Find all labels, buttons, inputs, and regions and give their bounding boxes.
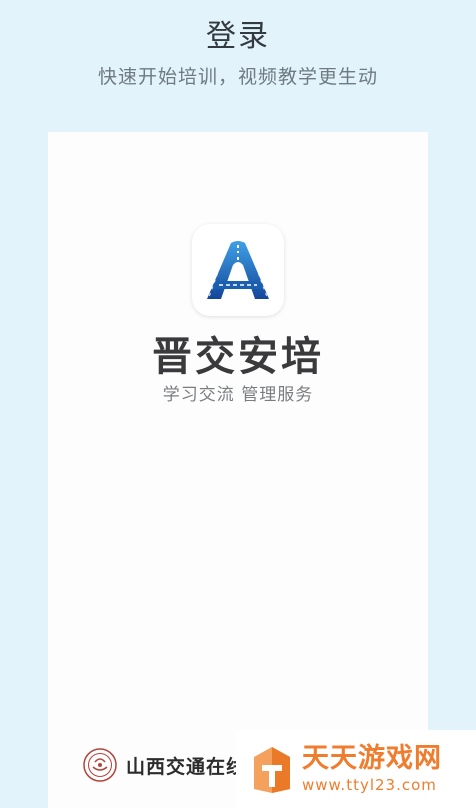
organization-name: 山西交通在线 xyxy=(126,755,247,778)
site-watermark: 天天游戏网 www.ttyl23.com xyxy=(236,730,476,808)
page-title: 登录 xyxy=(206,19,270,54)
road-arch-logo-icon xyxy=(192,224,284,316)
page-header: 登录 快速开始培训，视频教学更生动 xyxy=(0,0,476,132)
app-name: 晋交安培 xyxy=(152,334,324,380)
orange-tower-logo-icon xyxy=(254,747,290,793)
splash-card: 晋交安培 学习交流 管理服务 xyxy=(48,132,428,808)
watermark-url: www.ttyl23.com xyxy=(302,776,437,794)
app-slogan: 学习交流 管理服务 xyxy=(162,385,314,405)
organization-footer: 山西交通在线 xyxy=(82,742,246,788)
page-subtitle: 快速开始培训，视频教学更生动 xyxy=(97,66,378,88)
watermark-title: 天天游戏网 xyxy=(302,743,442,774)
road-arch-logo-graphic xyxy=(207,241,269,299)
seal-logo-icon xyxy=(83,748,117,782)
